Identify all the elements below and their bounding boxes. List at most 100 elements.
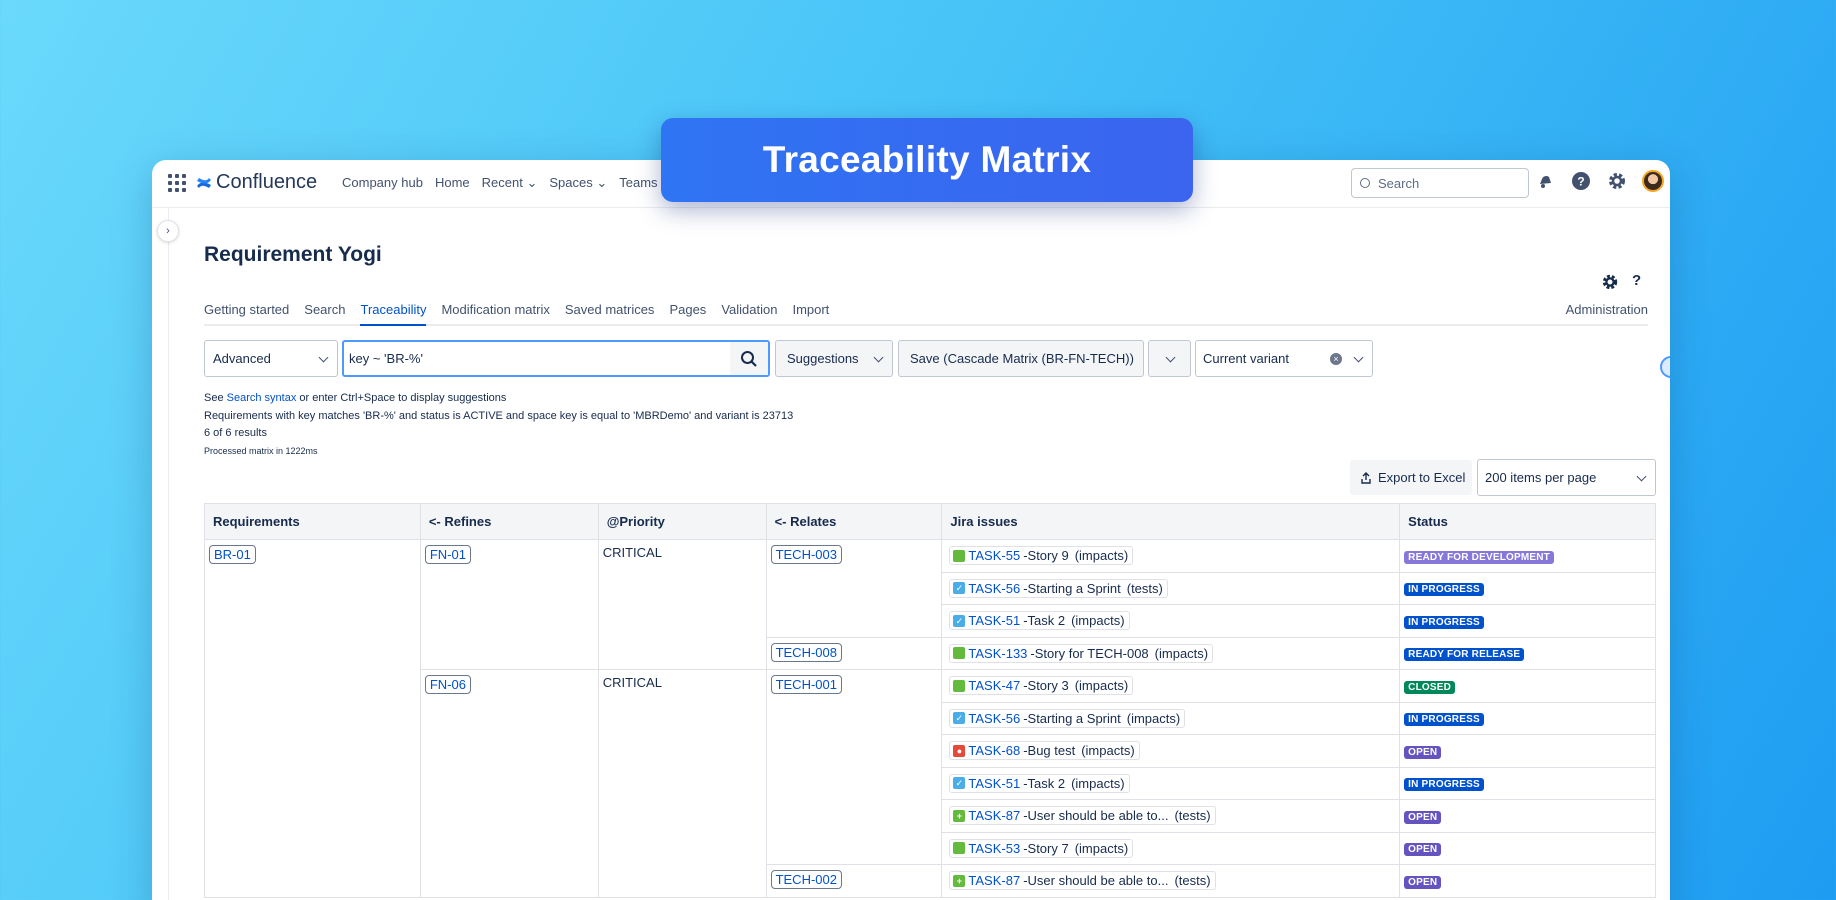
column-header[interactable]: Jira issues [941,503,1401,540]
search-syntax-link[interactable]: Search syntax [227,392,297,404]
search-icon [741,350,757,367]
nav-company-hub[interactable]: Company hub [342,175,423,191]
issue-key[interactable]: TASK-87 [968,873,1020,888]
jira-cell: TASK-55 -Story 9 (impacts) [941,539,1401,573]
issue-key[interactable]: TASK-56 [968,581,1020,596]
issue-key[interactable]: TASK-55 [968,548,1020,563]
jira-issue-link[interactable]: TASK-53 -Story 7 (impacts) [949,838,1134,858]
jira-issue-link[interactable]: TASK-55 -Story 9 (impacts) [949,546,1134,566]
relates-chip[interactable]: TECH-001 [770,675,842,694]
status-badge: IN PROGRESS [1404,615,1484,629]
relates-chip[interactable]: TECH-008 [770,642,842,662]
banner-title: Traceability Matrix [661,118,1193,202]
app-switcher-icon[interactable] [168,174,186,192]
issue-key[interactable]: TASK-47 [968,678,1020,693]
page-help-icon[interactable]: ? [1632,272,1641,289]
status-badge: IN PROGRESS [1404,778,1484,792]
bug-issue-type-icon: ● [953,744,966,757]
requirement-chip[interactable]: BR-01 [209,545,256,564]
jira-issue-link[interactable]: + TASK-87 -User should be able to... (tests… [949,806,1216,826]
tab-traceability[interactable]: Traceability [360,302,427,326]
tab-getting-started[interactable]: Getting started [204,302,289,324]
user-avatar[interactable] [1642,170,1664,192]
issue-summary: -Story 9 [1023,548,1069,564]
search-mode-value: Advanced [213,351,271,366]
jira-cell: TASK-133 -Story for TECH-008 (impacts) [941,636,1401,670]
link-type: (tests) [1174,808,1211,824]
refines-chip[interactable]: FN-01 [424,545,471,564]
space-settings-icon[interactable] [1601,273,1619,296]
status-cell: IN PROGRESS [1399,766,1656,800]
notification-icon[interactable] [1534,170,1556,192]
issue-summary: -Story for TECH-008 [1030,645,1149,661]
column-header[interactable]: @Priority [597,503,767,540]
issue-summary: -Task 2 [1023,775,1066,791]
global-search-input[interactable]: Search [1351,168,1529,198]
suggestions-button[interactable]: Suggestions [775,340,893,377]
relates-chip[interactable]: TECH-002 [770,870,842,889]
refines-cell: FN-01 [419,539,599,670]
jira-issue-link[interactable]: ✓ TASK-51 -Task 2 (impacts) [949,773,1130,793]
variant-select[interactable]: Current variant × [1195,340,1373,377]
nav-spaces[interactable]: Spaces ⌄ [549,175,607,191]
help-icon[interactable]: ? [1570,170,1592,192]
status-cell: OPEN [1399,864,1656,898]
nav-teams[interactable]: Teams [619,175,657,191]
query-description: Requirements with key matches 'BR-%' and… [204,409,794,422]
confluence-logo[interactable]: Confluence [196,171,317,194]
jira-issue-link[interactable]: ✓ TASK-56 -Starting a Sprint (impacts) [949,708,1186,728]
link-type: (impacts) [1126,710,1181,726]
column-header[interactable]: Requirements [204,503,421,540]
table-row: BR-01 FN-01 CRITICAL TECH-003 TASK-55 -Story … [204,539,1656,898]
tab-modification-matrix[interactable]: Modification matrix [441,302,549,324]
task-issue-type-icon: ✓ [953,777,966,790]
jira-issue-link[interactable]: TASK-133 -Story for TECH-008 (impacts) [949,643,1214,663]
query-input[interactable]: key ~ 'BR-%' [342,340,770,377]
tab-search[interactable]: Search [304,302,345,324]
tab-validation[interactable]: Validation [721,302,777,324]
column-header[interactable]: <- Refines [419,503,599,540]
run-search-button[interactable] [730,342,768,375]
issue-summary: -Starting a Sprint [1023,710,1121,726]
issue-key[interactable]: TASK-87 [968,808,1020,823]
story-issue-type-icon [953,679,966,692]
priority-value: CRITICAL [602,675,662,690]
jira-issue-link[interactable]: + TASK-87 -User should be able to... (tests… [949,871,1216,891]
save-matrix-button[interactable]: Save (Cascade Matrix (BR-FN-TECH)) [898,340,1144,377]
status-cell: IN PROGRESS [1399,571,1656,605]
relates-chip[interactable]: TECH-003 [770,545,842,564]
jira-issue-link[interactable]: TASK-47 -Story 3 (impacts) [949,676,1134,696]
variant-value: Current variant [1203,351,1289,366]
priority-cell: CRITICAL [597,539,767,670]
items-per-page-select[interactable]: 200 items per page [1477,459,1656,496]
administration-link[interactable]: Administration [1566,302,1648,323]
jira-cell: ✓ TASK-56 -Starting a Sprint (tests) [941,571,1401,605]
search-mode-select[interactable]: Advanced [204,340,338,377]
issue-key[interactable]: TASK-53 [968,841,1020,856]
column-header[interactable]: <- Relates [765,503,943,540]
settings-icon[interactable] [1606,170,1628,192]
expand-sidebar-button[interactable]: › [157,220,179,242]
issue-key[interactable]: TASK-51 [968,776,1020,791]
refines-chip[interactable]: FN-06 [424,675,471,694]
column-header[interactable]: Status [1399,503,1656,540]
save-options-dropdown[interactable] [1148,340,1191,377]
jira-issue-link[interactable]: ✓ TASK-56 -Starting a Sprint (tests) [949,578,1168,598]
link-type: (impacts) [1074,678,1129,694]
tab-import[interactable]: Import [792,302,829,324]
nav-home[interactable]: Home [435,175,470,191]
issue-key[interactable]: TASK-68 [968,743,1020,758]
nav-recent[interactable]: Recent ⌄ [482,175,538,191]
export-to-excel-button[interactable]: Export to Excel [1350,460,1472,495]
chevron-down-icon [873,352,884,363]
jira-issue-link[interactable]: ● TASK-68 -Bug test (impacts) [949,741,1140,761]
issue-key[interactable]: TASK-51 [968,613,1020,628]
floating-action-handle[interactable] [1660,356,1670,378]
status-badge: IN PROGRESS [1404,583,1484,597]
tab-pages[interactable]: Pages [669,302,706,324]
issue-key[interactable]: TASK-133 [968,646,1027,661]
jira-issue-link[interactable]: ✓ TASK-51 -Task 2 (impacts) [949,611,1130,631]
issue-key[interactable]: TASK-56 [968,711,1020,726]
tab-saved-matrices[interactable]: Saved matrices [565,302,655,324]
clear-icon[interactable]: × [1330,353,1342,365]
